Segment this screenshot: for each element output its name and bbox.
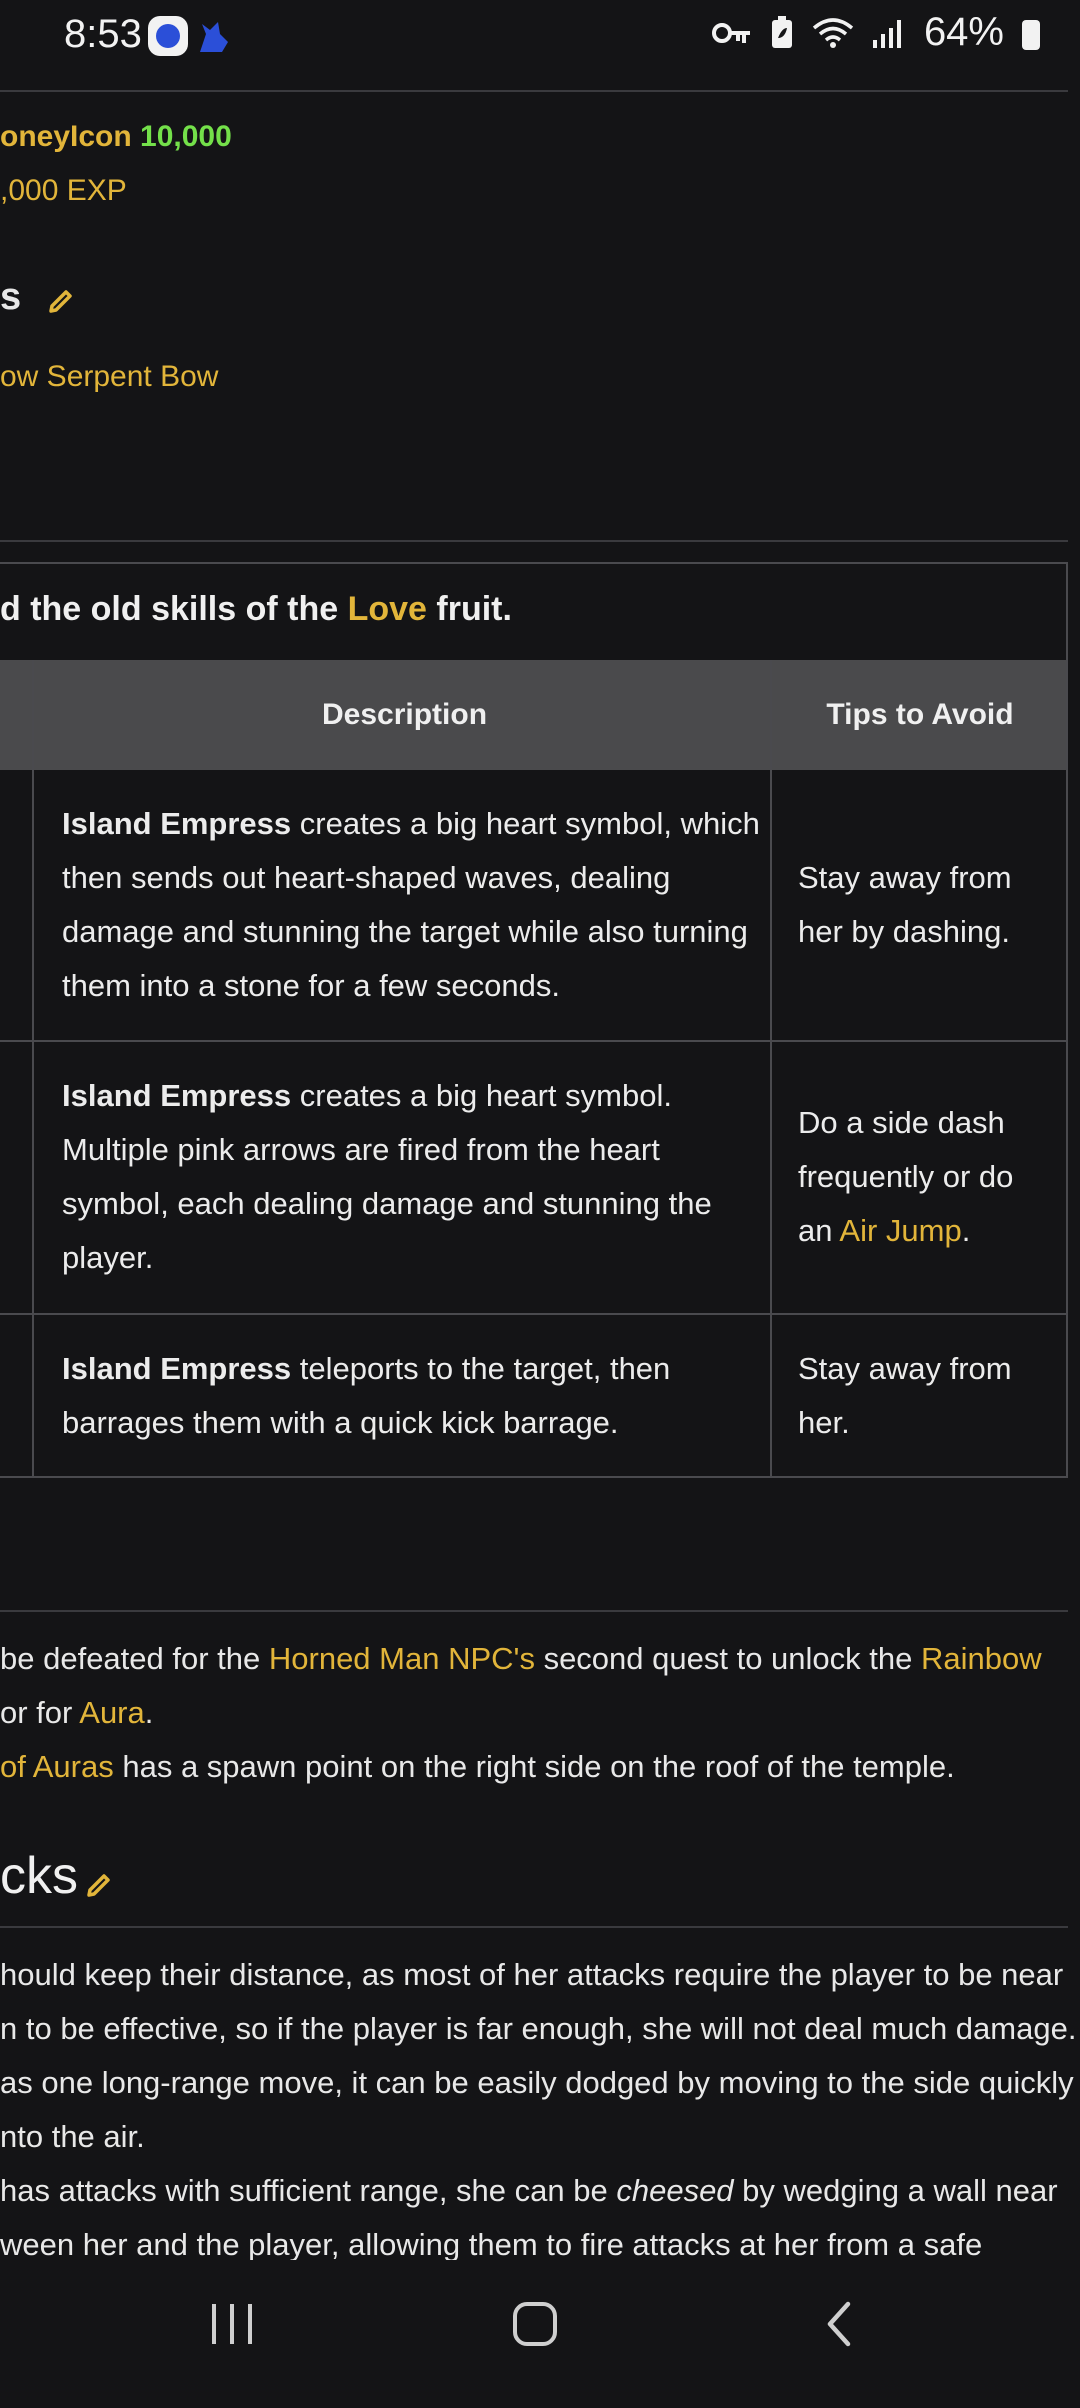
drops-heading: s (0, 276, 22, 318)
table-divider (770, 660, 772, 1478)
divider (0, 90, 1068, 92)
table-divider (0, 1313, 1068, 1315)
home-icon[interactable] (512, 2300, 558, 2348)
battery-percent: 64% (923, 10, 1004, 54)
serpent-bow-link[interactable]: ow Serpent Bow (0, 360, 218, 394)
divider (0, 1610, 1068, 1612)
tricks-paragraph-line: n to be effective, so if the player is f… (0, 2011, 1077, 2046)
divider (0, 1926, 1068, 1928)
table-cell-tip: Do a side dash frequently or do an Air J… (798, 1105, 1014, 1248)
table-row: Island Empress teleports to the target, … (62, 1351, 671, 1440)
table-divider (0, 1040, 1068, 1042)
header-tips: Tips to Avoid (826, 698, 1014, 731)
tricks-paragraph-line: as one long-range move, it can be easily… (0, 2065, 1074, 2100)
table-divider (1066, 562, 1068, 1478)
status-bar: 8:53 64% (0, 0, 1080, 80)
divider (0, 540, 1068, 542)
table-cell-tip: Stay away from her. (798, 1351, 1012, 1440)
edit-pencil-icon[interactable] (48, 286, 76, 314)
horned-man-link[interactable]: Horned Man NPC's (269, 1641, 535, 1676)
trivia-line: of Auras has a spawn point on the right … (0, 1749, 955, 1784)
table-row: Island Empress creates a big heart symbo… (62, 1078, 712, 1275)
trivia-line: or for Aura. (0, 1695, 154, 1730)
money-value: 10,000 (140, 120, 232, 153)
love-fruit-link[interactable]: Love (348, 590, 427, 628)
money-icon-link[interactable]: oneyIcon (0, 120, 132, 153)
skills-intro-box: d the old skills of the Love fruit. (0, 562, 1068, 662)
table-cell-tip: Stay away from her by dashing. (798, 860, 1012, 949)
recent-apps-icon[interactable] (210, 2300, 254, 2348)
cheesed-emphasis: cheesed (616, 2173, 734, 2208)
wifi-icon (812, 17, 854, 48)
battery-saver-icon (771, 15, 792, 48)
table-divider (32, 660, 34, 1478)
trivia-line: be defeated for the Horned Man NPC's sec… (0, 1641, 1042, 1676)
battery-icon (1022, 19, 1040, 50)
tricks-heading: cks (0, 1847, 78, 1905)
app-icon-2 (200, 22, 228, 52)
back-icon[interactable] (822, 2300, 856, 2348)
rainbow-link[interactable]: Rainbow (921, 1641, 1042, 1676)
master-of-auras-link[interactable]: of Auras (0, 1749, 114, 1784)
app-icon-1 (148, 16, 188, 56)
air-jump-link[interactable]: Air Jump (839, 1213, 961, 1248)
skills-intro-text: d the old skills of the Love fruit. (0, 590, 512, 628)
status-time: 8:53 (64, 12, 142, 56)
header-description: Description (322, 698, 488, 731)
table-divider (0, 1476, 1068, 1478)
money-reward: oneyIcon 10,000 (0, 120, 232, 154)
aura-link[interactable]: Aura (79, 1695, 144, 1730)
navigation-bar (0, 2260, 1080, 2408)
status-right-icons: 64% (711, 10, 1040, 55)
tricks-paragraph-line: hould keep their distance, as most of he… (0, 1957, 1064, 1992)
signal-icon (872, 19, 901, 48)
key-icon (711, 22, 750, 43)
table-row: Island Empress creates a big heart symbo… (62, 806, 760, 1003)
tricks-paragraph-line: nto the air. (0, 2119, 145, 2154)
exp-reward: ,000 EXP (0, 174, 127, 207)
edit-pencil-icon[interactable] (86, 1870, 114, 1898)
tricks-paragraph-line: has attacks with sufficient range, she c… (0, 2173, 1058, 2208)
